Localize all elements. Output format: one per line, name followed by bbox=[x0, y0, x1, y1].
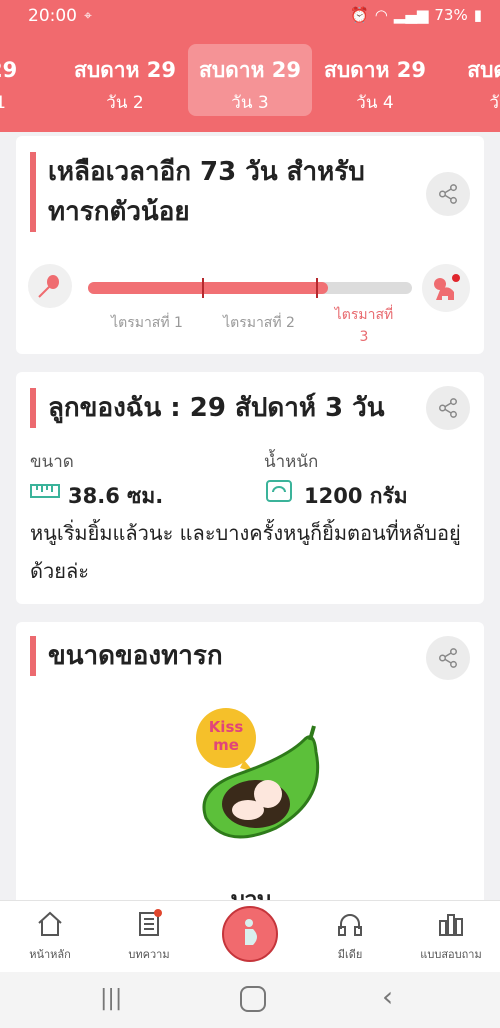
status-bar: 20:00 ⌖ ⏰ ◠ ▂▄▆ 73% ▮ bbox=[0, 0, 500, 32]
home-system-icon[interactable] bbox=[240, 986, 266, 1012]
countdown-title: เหลือเวลาอีก 73 วัน สำหรับ ทารกตัวน้อย bbox=[30, 152, 418, 232]
ruler-icon bbox=[30, 482, 60, 504]
share-icon bbox=[439, 184, 457, 204]
share-icon bbox=[439, 398, 457, 418]
trimester-1-label: ไตรมาสที่ 1 bbox=[111, 315, 183, 331]
home-icon bbox=[38, 911, 62, 936]
bar-chart-icon bbox=[439, 914, 463, 936]
baby-size-title: ขนาดของทารก bbox=[30, 636, 223, 676]
countdown-card: เหลือเวลาอีก 73 วัน สำหรับ ทารกตัวน้อย ไ… bbox=[16, 136, 484, 354]
pregnancy-progress-bar bbox=[88, 278, 412, 298]
share-button[interactable] bbox=[426, 172, 470, 216]
share-icon bbox=[439, 648, 457, 668]
recent-apps-icon[interactable]: ||| bbox=[100, 986, 122, 1011]
weight-label: น้ำหนัก bbox=[264, 452, 319, 472]
location-icon: ⌖ bbox=[84, 8, 92, 24]
weight-value: 1200 กรัม bbox=[304, 484, 408, 508]
share-button[interactable] bbox=[426, 636, 470, 680]
battery-icon: ▮ bbox=[473, 6, 482, 24]
svg-text:me: me bbox=[213, 736, 239, 754]
size-value: 38.6 ซม. bbox=[68, 484, 164, 508]
tab-day-3[interactable]: สบดาห 29 วัน 3 bbox=[188, 44, 312, 116]
baby-in-vegetable-illustration: Kiss me bbox=[196, 708, 320, 839]
baby-icon bbox=[422, 264, 470, 312]
battery-level: 73% bbox=[434, 6, 468, 24]
article-icon bbox=[139, 909, 162, 936]
baby-size-card: ขนาดของทารก Kiss me บวบเหลี่ยม bbox=[16, 622, 484, 948]
wifi-icon: ◠ bbox=[374, 6, 388, 24]
trimester-3-label: ไตรมาสที่ 3 bbox=[334, 307, 394, 345]
trimester-2-label: ไตรมาสที่ 2 bbox=[223, 315, 295, 331]
share-button[interactable] bbox=[426, 386, 470, 430]
headphones-icon bbox=[338, 914, 362, 936]
week-day-tabs[interactable]: ห 29 น 1 สบดาห 29 วัน 2 สบดาห 29 วัน 3 ส… bbox=[0, 32, 500, 132]
conception-icon bbox=[28, 264, 72, 308]
nav-survey[interactable]: แบบสอบถาม bbox=[406, 909, 496, 963]
pregnant-icon bbox=[245, 919, 257, 945]
system-navigation-bar: ||| ‹ bbox=[0, 972, 500, 1028]
back-icon[interactable]: ‹ bbox=[382, 980, 393, 1013]
size-label: ขนาด bbox=[30, 452, 74, 472]
tab-day-4[interactable]: สบดาห 29 วัน 4 bbox=[313, 44, 437, 116]
tab-day-1[interactable]: ห 29 น 1 bbox=[0, 44, 54, 116]
bottom-navigation: หน้าหลัก บทความ มีเดีย แบบสอบถาม bbox=[0, 900, 500, 973]
trimester-tick-2 bbox=[316, 278, 318, 298]
pregnancy-center-button[interactable] bbox=[222, 906, 278, 962]
nav-home[interactable]: หน้าหลัก bbox=[5, 909, 95, 963]
signal-icon: ▂▄▆ bbox=[393, 6, 429, 24]
tab-day-2[interactable]: สบดาห 29 วัน 2 bbox=[63, 44, 187, 116]
svg-text:Kiss: Kiss bbox=[209, 718, 244, 736]
baby-description: หนูเริ่มยิ้มแล้วนะ และบางครั้งหนูก็ยิ้มต… bbox=[30, 521, 461, 583]
scale-icon bbox=[266, 480, 292, 506]
nav-articles[interactable]: บทความ bbox=[104, 909, 194, 963]
baby-info-title: ลูกของฉัน : 29 สัปดาห์ 3 วัน bbox=[30, 388, 385, 428]
baby-info-card: ลูกของฉัน : 29 สัปดาห์ 3 วัน ขนาด 38.6 ซ… bbox=[16, 372, 484, 604]
progress-fill bbox=[88, 282, 328, 294]
alarm-icon: ⏰ bbox=[350, 6, 369, 24]
trimester-tick-1 bbox=[202, 278, 204, 298]
tab-day-5[interactable]: สบดาห วัน bbox=[438, 44, 500, 116]
nav-media[interactable]: มีเดีย bbox=[305, 909, 395, 963]
status-time: 20:00 bbox=[28, 6, 77, 26]
